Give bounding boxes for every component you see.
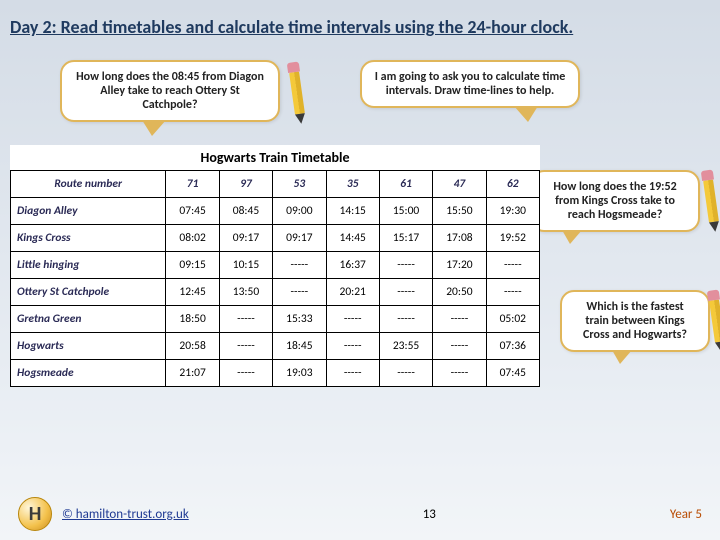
year-label: Year 5	[670, 507, 702, 522]
time-cell: -----	[273, 252, 326, 279]
pencil-icon	[709, 300, 720, 343]
bubble-question-3: Which is the fastest train between Kings…	[560, 290, 710, 352]
route-header: Route number	[11, 171, 166, 198]
time-cell: -----	[433, 333, 486, 360]
time-cell: 19:52	[486, 225, 539, 252]
time-cell: 20:58	[166, 333, 219, 360]
route-col: 35	[326, 171, 379, 198]
timetable-grid: Route number71975335614762Diagon Alley07…	[10, 170, 540, 387]
time-cell: 10:15	[219, 252, 272, 279]
page-number: 13	[423, 507, 436, 522]
page-title: Day 2: Read timetables and calculate tim…	[10, 16, 710, 38]
time-cell: -----	[379, 360, 432, 387]
station-name: Hogwarts	[11, 333, 166, 360]
station-name: Little hinging	[11, 252, 166, 279]
time-cell: 15:33	[273, 306, 326, 333]
time-cell: 14:45	[326, 225, 379, 252]
time-cell: 21:07	[166, 360, 219, 387]
time-cell: -----	[219, 306, 272, 333]
time-cell: 07:45	[486, 360, 539, 387]
time-cell: 13:50	[219, 279, 272, 306]
time-cell: -----	[433, 306, 486, 333]
station-name: Gretna Green	[11, 306, 166, 333]
time-cell: -----	[379, 252, 432, 279]
time-cell: 17:08	[433, 225, 486, 252]
route-col: 47	[433, 171, 486, 198]
logo-icon: H	[18, 497, 52, 531]
timetable-title: Hogwarts Train Timetable	[10, 145, 540, 170]
route-col: 61	[379, 171, 432, 198]
time-cell: -----	[219, 333, 272, 360]
time-cell: 17:20	[433, 252, 486, 279]
footer-link[interactable]: © hamilton-trust.org.uk	[62, 507, 189, 522]
route-col: 62	[486, 171, 539, 198]
footer: H © hamilton-trust.org.uk 13 Year 5	[0, 496, 720, 532]
time-cell: 07:36	[486, 333, 539, 360]
time-cell: 08:02	[166, 225, 219, 252]
time-cell: 08:45	[219, 198, 272, 225]
time-cell: -----	[379, 279, 432, 306]
time-cell: -----	[326, 333, 379, 360]
route-col: 97	[219, 171, 272, 198]
station-name: Hogsmeade	[11, 360, 166, 387]
time-cell: 20:21	[326, 279, 379, 306]
station-name: Diagon Alley	[11, 198, 166, 225]
time-cell: 19:30	[486, 198, 539, 225]
pencil-icon	[703, 180, 719, 223]
time-cell: 09:00	[273, 198, 326, 225]
time-cell: 18:50	[166, 306, 219, 333]
time-cell: 18:45	[273, 333, 326, 360]
route-col: 71	[166, 171, 219, 198]
time-cell: 14:15	[326, 198, 379, 225]
pencil-icon	[289, 72, 305, 115]
time-cell: 15:50	[433, 198, 486, 225]
time-cell: -----	[326, 360, 379, 387]
time-cell: 19:03	[273, 360, 326, 387]
time-cell: -----	[219, 360, 272, 387]
time-cell: -----	[326, 306, 379, 333]
time-cell: 15:17	[379, 225, 432, 252]
time-cell: 16:37	[326, 252, 379, 279]
time-cell: 09:17	[273, 225, 326, 252]
bubble-question-2: How long does the 19:52 from Kings Cross…	[530, 170, 700, 232]
time-cell: -----	[433, 360, 486, 387]
bubble-instruction: I am going to ask you to calculate time …	[360, 60, 580, 108]
time-cell: 07:45	[166, 198, 219, 225]
time-cell: -----	[486, 252, 539, 279]
time-cell: -----	[273, 279, 326, 306]
time-cell: -----	[379, 306, 432, 333]
time-cell: 23:55	[379, 333, 432, 360]
time-cell: 09:15	[166, 252, 219, 279]
time-cell: 15:00	[379, 198, 432, 225]
time-cell: 12:45	[166, 279, 219, 306]
route-col: 53	[273, 171, 326, 198]
station-name: Kings Cross	[11, 225, 166, 252]
station-name: Ottery St Catchpole	[11, 279, 166, 306]
timetable: Hogwarts Train Timetable Route number719…	[10, 145, 540, 387]
time-cell: 05:02	[486, 306, 539, 333]
time-cell: -----	[486, 279, 539, 306]
time-cell: 09:17	[219, 225, 272, 252]
time-cell: 20:50	[433, 279, 486, 306]
bubble-question-1: How long does the 08:45 from Diagon Alle…	[60, 60, 280, 122]
